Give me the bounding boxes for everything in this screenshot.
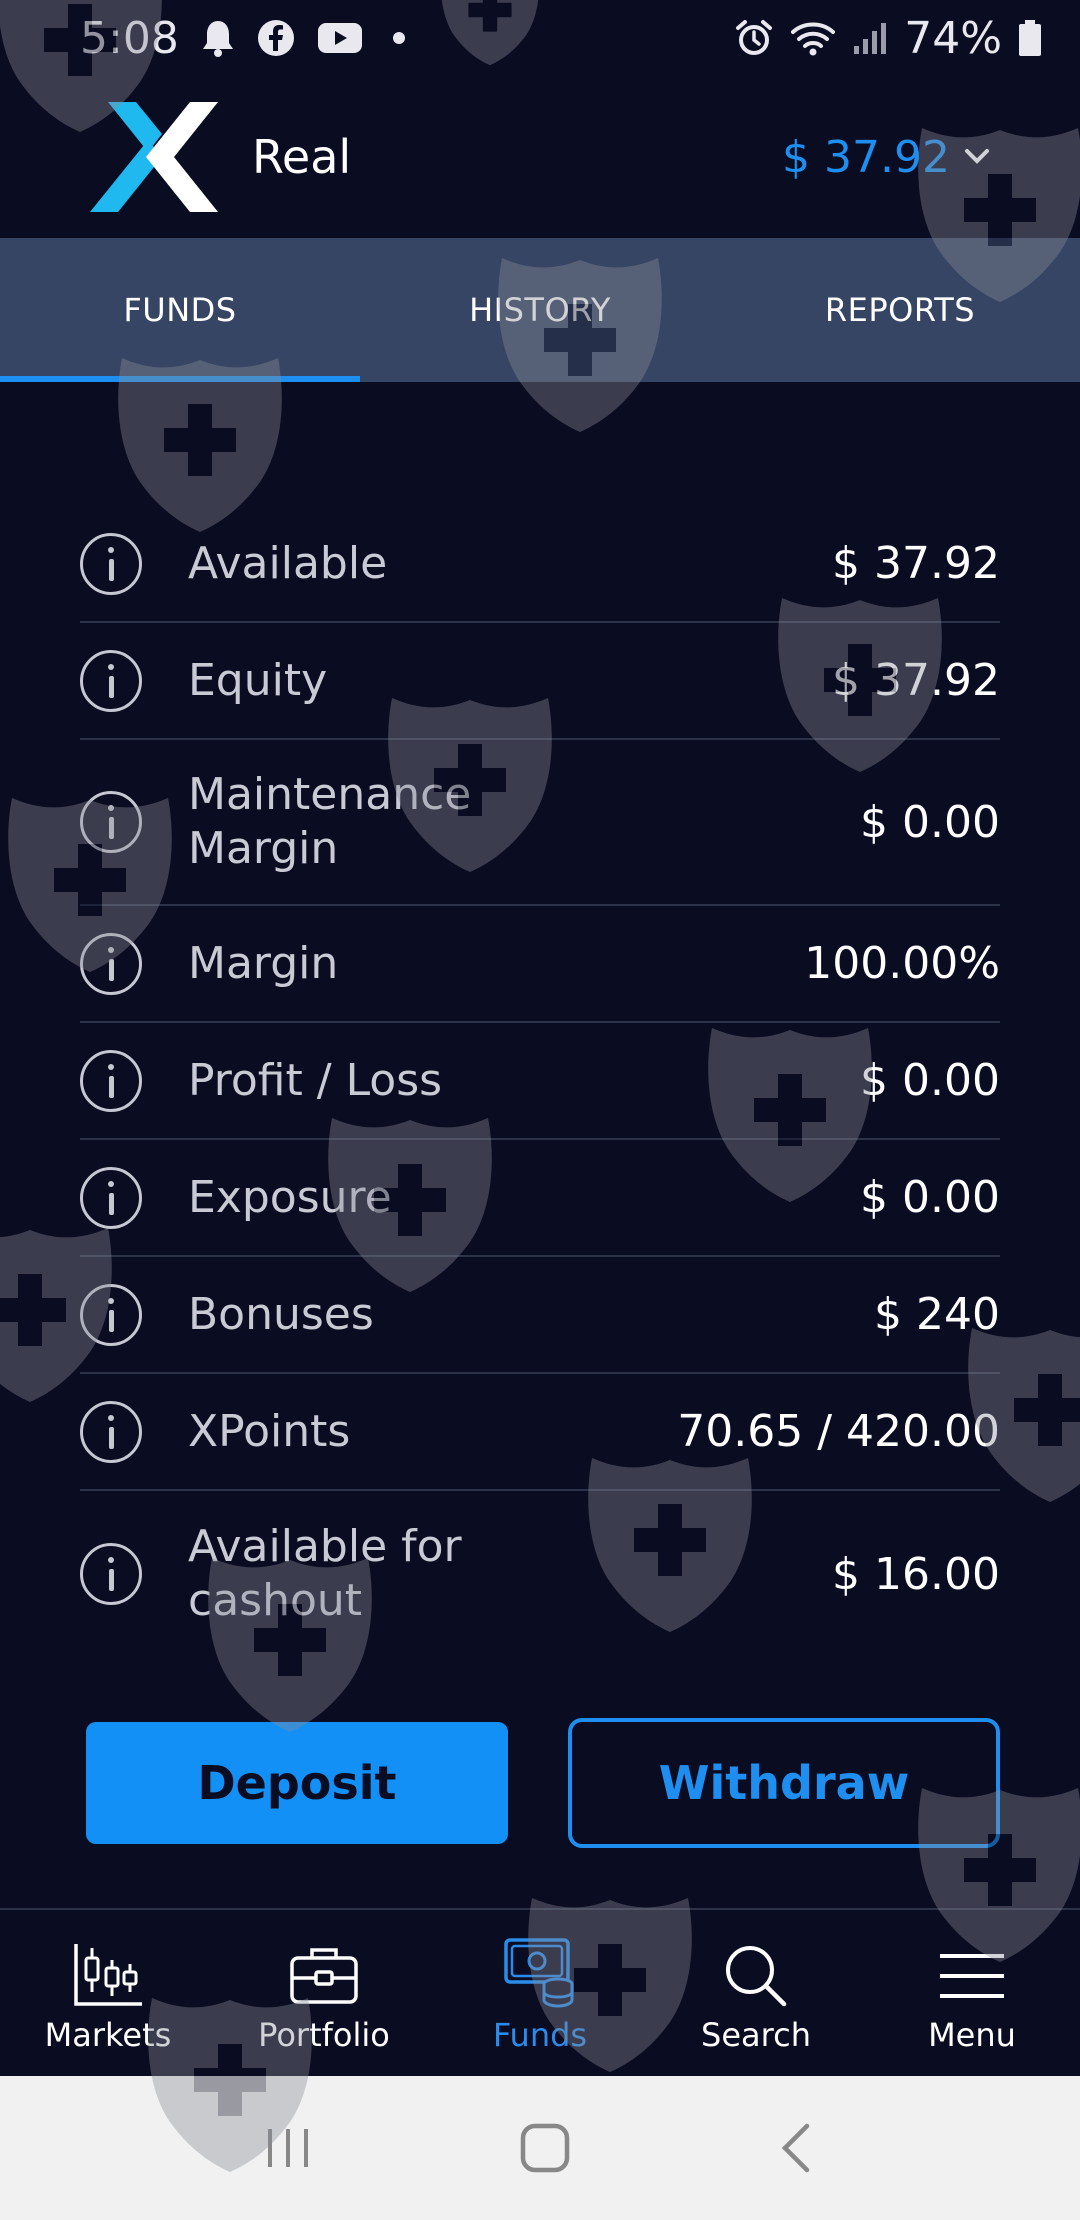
back-icon <box>781 2123 810 2173</box>
nav-menu[interactable]: Menu <box>864 1910 1080 2076</box>
nav-search[interactable]: Search <box>648 1910 864 2076</box>
info-icon[interactable] <box>80 791 142 853</box>
status-time: 5:08 <box>80 12 179 64</box>
funds-actions: Deposit Withdraw <box>86 1718 1000 1848</box>
fund-row-maintenance-margin: Maintenance Margin $ 0.00 <box>80 740 1000 906</box>
fund-label: Exposure <box>188 1171 392 1223</box>
info-icon[interactable] <box>80 649 142 712</box>
nav-markets[interactable]: Markets <box>0 1910 216 2076</box>
hamburger-menu-icon <box>940 1954 1004 1998</box>
fund-value: 100.00% <box>804 938 1000 989</box>
nav-portfolio-label: Portfolio <box>258 2016 390 2054</box>
logo-icon <box>90 102 218 212</box>
balance-dropdown[interactable]: $ 37.92 <box>782 132 990 183</box>
nav-funds-label: Funds <box>492 2016 588 2054</box>
system-nav-bar <box>0 2076 1080 2220</box>
tab-funds[interactable]: FUNDS <box>0 238 360 382</box>
fund-row-available: Available $ 37.92 <box>80 506 1000 623</box>
tab-history-label: HISTORY <box>469 291 611 329</box>
funds-list: Available $ 37.92 Equity $ 37.92 Mainten… <box>80 506 1000 1657</box>
fund-row-equity: Equity $ 37.92 <box>80 623 1000 740</box>
fund-value: $ 0.00 <box>860 796 1000 848</box>
nav-markets-label: Markets <box>44 2016 172 2054</box>
tab-reports-label: REPORTS <box>824 291 976 329</box>
recent-apps-button[interactable] <box>263 2125 313 2171</box>
home-button[interactable] <box>519 2122 571 2174</box>
fund-label: Available for cashout <box>188 1521 462 1626</box>
tab-history[interactable]: HISTORY <box>360 238 720 382</box>
facebook-icon <box>257 19 295 57</box>
info-icon[interactable] <box>80 1543 142 1605</box>
fund-value: $ 37.92 <box>832 538 1000 589</box>
fund-value: $ 37.92 <box>832 655 1000 706</box>
recent-apps-icon <box>268 2129 308 2167</box>
home-icon <box>520 2123 570 2173</box>
info-icon[interactable] <box>80 932 142 995</box>
fund-value: $ 16.00 <box>832 1548 1000 1600</box>
status-bar: 5:08 74% <box>0 0 1080 76</box>
fund-label: Bonuses <box>188 1288 374 1340</box>
app-header: Real $ 37.92 <box>0 76 1080 238</box>
nav-menu-label: Menu <box>928 2016 1016 2054</box>
info-icon[interactable] <box>80 1049 142 1112</box>
fund-label: Profit / Loss <box>188 1054 443 1106</box>
battery-percent: 74% <box>904 12 1002 64</box>
back-button[interactable] <box>777 2122 817 2174</box>
briefcase-icon <box>290 1948 358 2004</box>
fund-row-available-for-cashout: Available for cashout $ 16.00 <box>80 1491 1000 1657</box>
tab-reports[interactable]: REPORTS <box>720 238 1080 382</box>
fund-label: Maintenance Margin <box>188 769 472 874</box>
fund-row-margin: Margin 100.00% <box>80 906 1000 1023</box>
fund-value: $ 0.00 <box>860 1055 1000 1106</box>
fund-value: $ 240 <box>874 1289 1000 1340</box>
battery-icon <box>1018 19 1042 57</box>
deposit-button[interactable]: Deposit <box>86 1722 508 1844</box>
fund-label: XPoints <box>188 1405 351 1457</box>
fund-row-xpoints: XPoints 70.65 / 420.00 <box>80 1374 1000 1491</box>
signal-icon <box>852 20 888 56</box>
tab-funds-label: FUNDS <box>123 291 237 329</box>
dot-icon <box>392 32 405 44</box>
fund-label: Equity <box>188 654 328 706</box>
fund-value: 70.65 / 420.00 <box>677 1406 1000 1457</box>
candlestick-chart-icon <box>74 1944 142 2006</box>
bell-icon <box>201 19 235 57</box>
chevron-down-icon <box>965 149 989 164</box>
fund-label: Margin <box>188 937 339 989</box>
info-icon[interactable] <box>80 1400 142 1463</box>
wifi-icon <box>790 20 836 56</box>
nav-search-label: Search <box>701 2016 811 2054</box>
info-icon[interactable] <box>80 1283 142 1346</box>
search-icon <box>726 1946 787 2007</box>
balance-value: $ 37.92 <box>782 131 950 183</box>
fund-label: Available <box>188 537 388 589</box>
nav-portfolio[interactable]: Portfolio <box>216 1910 432 2076</box>
tab-bar: FUNDS HISTORY REPORTS <box>0 238 1080 382</box>
money-coins-icon <box>504 1938 574 2008</box>
alarm-icon <box>734 18 774 58</box>
bottom-nav: Markets Portfolio Funds Search Menu <box>0 1908 1080 2076</box>
youtube-icon <box>317 21 363 55</box>
fund-row-exposure: Exposure $ 0.00 <box>80 1140 1000 1257</box>
info-icon[interactable] <box>80 1166 142 1229</box>
withdraw-button[interactable]: Withdraw <box>568 1718 1000 1848</box>
nav-funds[interactable]: Funds <box>432 1910 648 2076</box>
fund-row-bonuses: Bonuses $ 240 <box>80 1257 1000 1374</box>
fund-row-profit-loss: Profit / Loss $ 0.00 <box>80 1023 1000 1140</box>
fund-value: $ 0.00 <box>860 1172 1000 1223</box>
account-type-label: Real <box>252 130 352 184</box>
info-icon[interactable] <box>80 532 142 595</box>
